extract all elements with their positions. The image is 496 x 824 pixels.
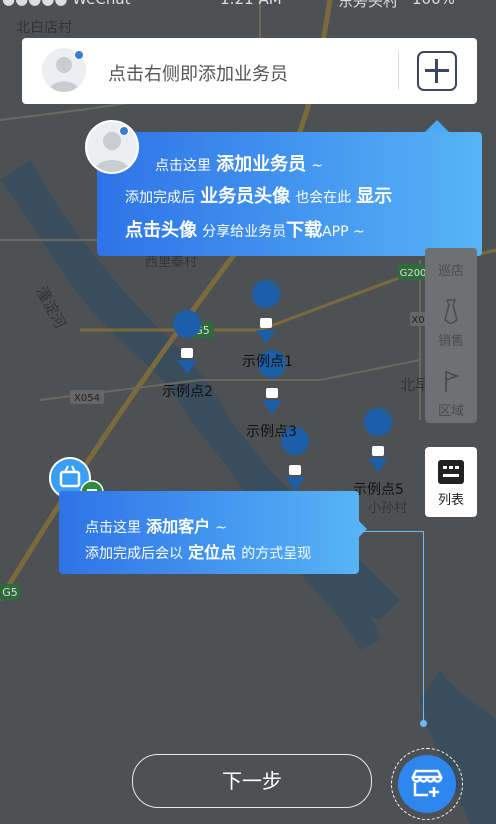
- connector-dot: [420, 720, 427, 727]
- tip-bold-text: 点击头像: [125, 220, 197, 241]
- list-icon: [438, 460, 464, 484]
- tip-text: APP ~: [322, 224, 365, 240]
- road-x-label: X0: [411, 315, 424, 326]
- next-button[interactable]: 下一步: [132, 754, 372, 808]
- salesman-bar: 点击右侧即添加业务员: [22, 38, 477, 104]
- road-x054-label: X054: [74, 393, 100, 404]
- battery-text: 100%: [412, 0, 455, 8]
- sidebar-item-region[interactable]: 区域: [425, 400, 477, 419]
- marker-label: 示例点1: [242, 354, 293, 370]
- list-label: 列表: [437, 493, 464, 508]
- tip-text: ~: [311, 158, 323, 174]
- tip-text: 添加完成后: [125, 190, 195, 206]
- avatar: [85, 120, 139, 174]
- add-customer-button[interactable]: [391, 748, 463, 820]
- shop-add-icon: [410, 769, 444, 797]
- tip-text: 分享给业务员: [202, 224, 287, 240]
- add-salesman-button[interactable]: [417, 51, 457, 91]
- flag-icon: [425, 368, 477, 398]
- sidebar-item-patrol[interactable]: 巡店: [425, 260, 477, 279]
- marker-label: 示例点5: [353, 482, 404, 498]
- notification-dot: [119, 126, 129, 136]
- village-top-label: 北白店村: [16, 20, 72, 36]
- map-view[interactable]: G5 G5 X054 G200 X0 北白店村 潼淀河 北早 西里泰村 小孙村: [0, 0, 496, 824]
- tip-bold-text: 下载: [286, 220, 323, 241]
- tip-text: 点击这里: [155, 158, 211, 174]
- carrier-text: ●●●●● WeChat: [2, 0, 130, 8]
- divider: [398, 52, 399, 90]
- tip-text: 的方式呈现: [241, 546, 312, 562]
- search-hint: 点击右侧即添加业务员: [108, 64, 288, 85]
- tip-bold-text: 添加业务员: [216, 154, 307, 175]
- tip-text: ~: [215, 520, 227, 536]
- marker-label: 示例点3: [246, 424, 297, 440]
- tip-text: 添加完成后会以: [85, 546, 183, 562]
- connector-line: [423, 531, 424, 723]
- status-time: 1:21 AM: [220, 0, 282, 8]
- village-right-label: 小孙村: [368, 501, 407, 516]
- connector-line: [359, 531, 424, 532]
- tip-bold-text: 定位点: [188, 543, 237, 562]
- tip-bold-text: 添加客户: [146, 517, 211, 536]
- road-g5-left-label: G5: [2, 586, 18, 599]
- tip-bold-text: 业务员头像: [200, 186, 291, 207]
- salesman-tip: 点击这里 添加业务员 ~ 添加完成后 业务员头像 也会在此 显示 点击头像 分享…: [85, 120, 482, 256]
- marker-label: 示例点2: [162, 384, 213, 400]
- map-sidebar: 巡店 销售 区域: [425, 248, 477, 423]
- tie-icon: [425, 298, 477, 328]
- village-tag-label: 西里泰村: [145, 255, 197, 270]
- tip-text: 也会在此: [295, 190, 352, 206]
- add-customer-inner: [398, 755, 456, 813]
- tip-text: 点击这里: [85, 520, 141, 536]
- sidebar-item-sales[interactable]: 销售: [425, 330, 477, 349]
- status-location: 东旁头村: [338, 0, 399, 10]
- customer-tip: 点击这里 添加客户 ~ 添加完成后会以 定位点 的方式呈现: [59, 491, 367, 574]
- road-g200-label: G200: [400, 268, 427, 279]
- status-bar: ●●●●● WeChat 1:21 AM 东旁头村 100%: [0, 0, 496, 14]
- notification-dot: [74, 50, 84, 60]
- tip-bold-text: 显示: [356, 186, 393, 207]
- list-button[interactable]: 列表: [425, 447, 477, 517]
